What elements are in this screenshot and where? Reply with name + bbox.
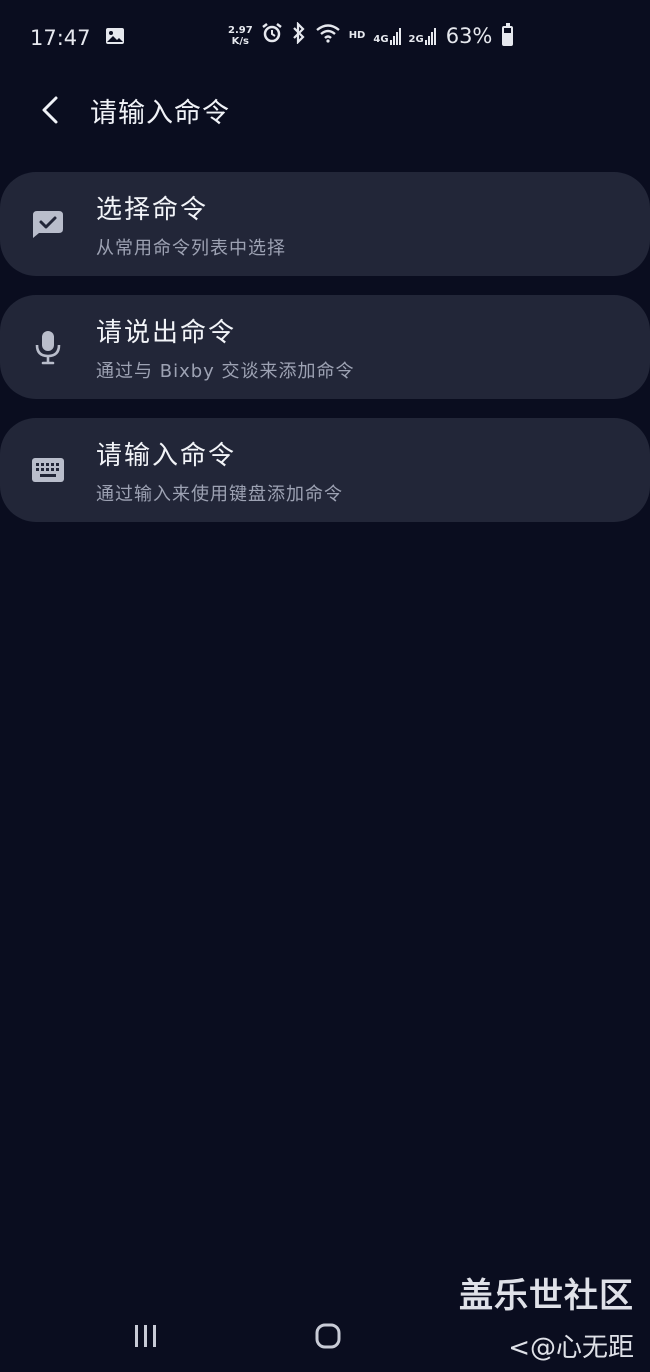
screen: 17:47 2.97 K/s HD 4G 2G 63% 请输入命令 选择命令 从… xyxy=(0,0,650,1372)
network-speed: 2.97 K/s xyxy=(228,25,253,47)
microphone-icon xyxy=(0,329,96,365)
gallery-icon xyxy=(105,26,125,50)
option-select-command[interactable]: 选择命令 从常用命令列表中选择 xyxy=(0,172,650,276)
bluetooth-icon xyxy=(291,21,307,49)
alarm-icon xyxy=(261,22,283,49)
network-speed-value: 2.97 xyxy=(228,24,253,36)
sim2-signal-bars-icon xyxy=(424,27,436,45)
recent-apps-button[interactable] xyxy=(116,1316,176,1356)
app-header: 请输入命令 xyxy=(0,80,650,140)
option-subtitle: 通过与 Bixby 交谈来添加命令 xyxy=(96,360,355,382)
option-title: 请输入命令 xyxy=(96,440,237,471)
keyboard-icon xyxy=(0,457,96,483)
chat-check-icon xyxy=(0,209,96,239)
sim2-network-type: 2G xyxy=(408,33,424,45)
chevron-left-icon xyxy=(42,96,58,124)
option-subtitle: 通过输入来使用键盘添加命令 xyxy=(96,483,343,505)
home-button[interactable] xyxy=(298,1316,358,1356)
option-title: 选择命令 xyxy=(96,194,209,225)
status-bar: 17:47 2.97 K/s HD 4G 2G 63% xyxy=(0,0,650,76)
page-title: 请输入命令 xyxy=(90,97,230,129)
back-button[interactable] xyxy=(20,80,80,140)
option-type-command[interactable]: 请输入命令 通过输入来使用键盘添加命令 xyxy=(0,418,650,522)
battery-percent: 63% xyxy=(445,23,493,48)
recent-apps-icon xyxy=(135,1325,156,1347)
wifi-icon xyxy=(315,23,341,48)
sim1-signal: 4G xyxy=(373,27,401,45)
sim1-signal-bars-icon xyxy=(389,27,401,45)
network-speed-unit: K/s xyxy=(231,35,250,47)
navigation-bar xyxy=(0,1300,650,1372)
battery-level xyxy=(504,33,512,44)
sim2-signal: 2G xyxy=(409,27,436,45)
option-title: 请说出命令 xyxy=(96,317,237,348)
status-time: 17:47 xyxy=(30,26,91,50)
option-subtitle: 从常用命令列表中选择 xyxy=(96,237,286,259)
home-icon xyxy=(315,1323,341,1349)
sim1-network-type: 4G xyxy=(373,33,389,45)
battery-icon xyxy=(502,22,514,46)
hd-voice-badge: HD xyxy=(348,30,366,41)
option-speak-command[interactable]: 请说出命令 通过与 Bixby 交谈来添加命令 xyxy=(0,295,650,399)
